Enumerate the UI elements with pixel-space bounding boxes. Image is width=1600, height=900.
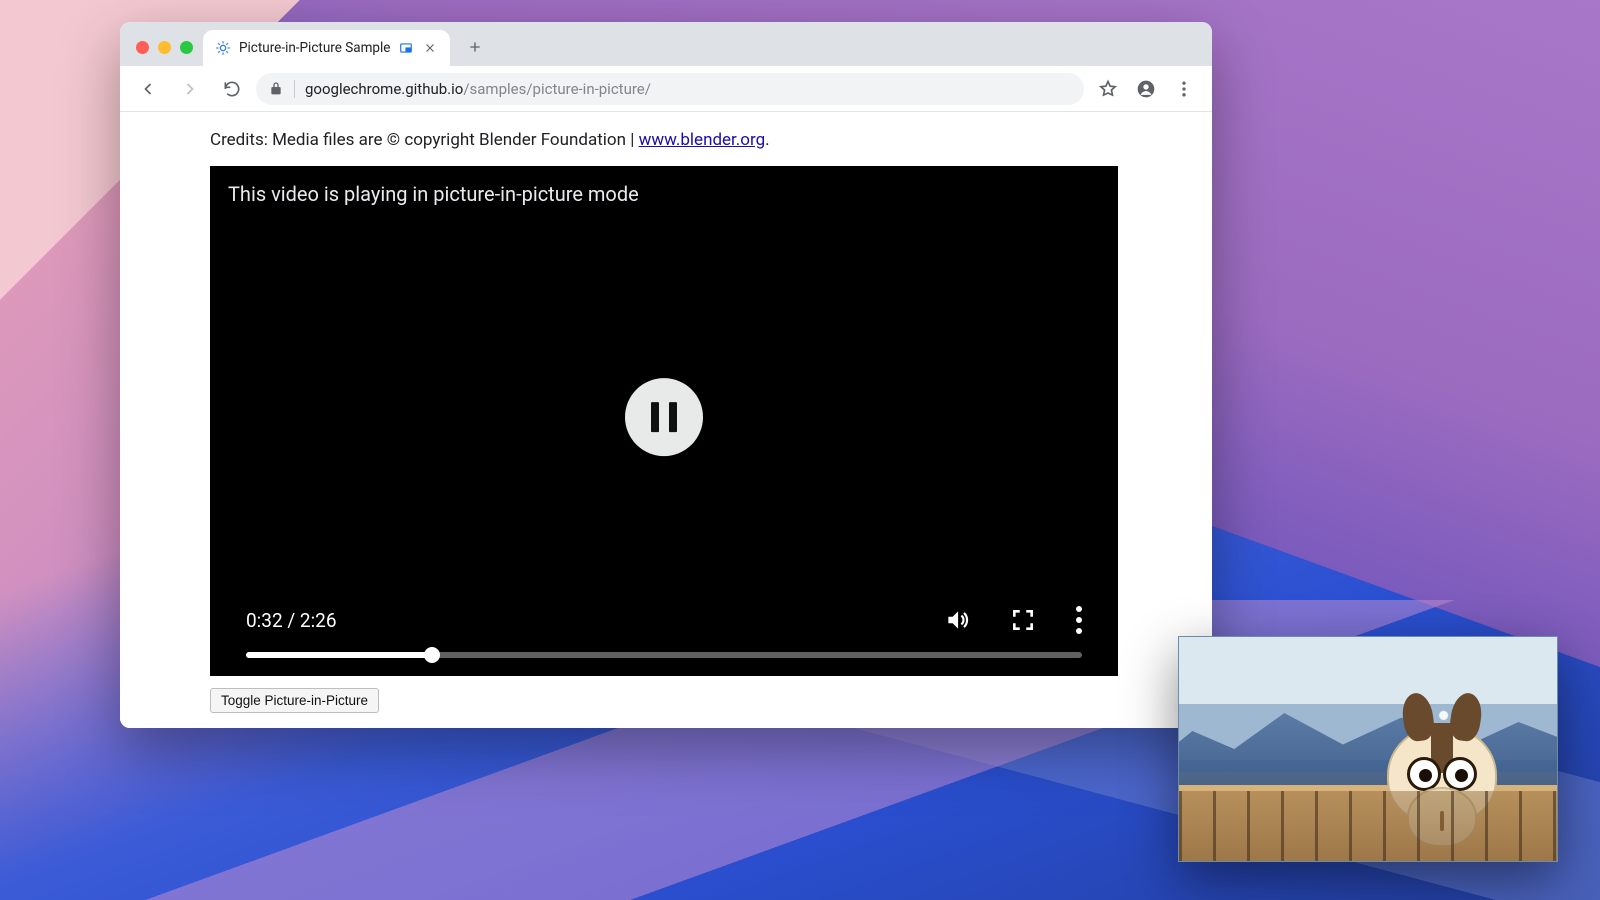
- pause-icon: [651, 402, 677, 432]
- browser-tab-active[interactable]: Picture-in-Picture Sample: [203, 30, 450, 66]
- video-more-button[interactable]: [1076, 606, 1082, 634]
- omnibox-separator: [294, 80, 295, 98]
- window-close-button[interactable]: [136, 41, 149, 54]
- window-minimize-button[interactable]: [158, 41, 171, 54]
- credits-link[interactable]: www.blender.org: [639, 130, 766, 150]
- lock-icon: [268, 81, 284, 97]
- window-zoom-button[interactable]: [180, 41, 193, 54]
- address-bar[interactable]: googlechrome.github.io/samples/picture-i…: [256, 73, 1084, 105]
- video-pip-message: This video is playing in picture-in-pict…: [228, 182, 639, 206]
- back-button[interactable]: [130, 71, 166, 107]
- tab-close-button[interactable]: [422, 40, 438, 56]
- reload-button[interactable]: [214, 71, 250, 107]
- credits-prefix: Credits: Media files are © copyright Ble…: [210, 130, 639, 150]
- video-progress-bar[interactable]: [246, 652, 1082, 658]
- toggle-pip-button[interactable]: Toggle Picture-in-Picture: [210, 688, 379, 713]
- more-vert-icon: [1076, 606, 1082, 634]
- credits-text: Credits: Media files are © copyright Ble…: [210, 130, 1120, 150]
- forward-button[interactable]: [172, 71, 208, 107]
- window-controls: [130, 41, 199, 66]
- url-path: /samples/picture-in-picture/: [463, 80, 651, 98]
- pip-floating-window[interactable]: [1178, 636, 1558, 862]
- play-pause-button[interactable]: [625, 378, 703, 456]
- pip-indicator-icon: [398, 40, 414, 56]
- browser-menu-button[interactable]: [1166, 71, 1202, 107]
- profile-avatar-button[interactable]: [1128, 71, 1164, 107]
- tab-title: Picture-in-Picture Sample: [239, 40, 390, 56]
- video-progress-thumb[interactable]: [424, 647, 440, 663]
- pip-video-frame: [1179, 637, 1557, 861]
- page-content: Credits: Media files are © copyright Ble…: [120, 112, 1212, 728]
- tab-favicon-icon: [215, 40, 231, 56]
- bookmark-star-button[interactable]: [1090, 71, 1126, 107]
- fullscreen-button[interactable]: [1010, 607, 1036, 633]
- volume-button[interactable]: [944, 607, 970, 633]
- credits-suffix: .: [765, 130, 769, 150]
- new-tab-button[interactable]: [460, 32, 490, 62]
- video-controls: 0:32 / 2:26: [210, 606, 1118, 676]
- url-text: googlechrome.github.io/samples/picture-i…: [305, 80, 651, 98]
- video-progress-fill: [246, 652, 432, 658]
- browser-window: Picture-in-Picture Sample: [120, 22, 1212, 728]
- browser-toolbar: googlechrome.github.io/samples/picture-i…: [120, 66, 1212, 112]
- pip-character: [1387, 725, 1497, 825]
- url-host: googlechrome.github.io: [305, 80, 463, 98]
- tab-strip: Picture-in-Picture Sample: [120, 22, 1212, 66]
- video-player[interactable]: This video is playing in picture-in-pict…: [210, 166, 1118, 676]
- time-display: 0:32 / 2:26: [246, 609, 337, 632]
- toolbar-actions: [1090, 71, 1202, 107]
